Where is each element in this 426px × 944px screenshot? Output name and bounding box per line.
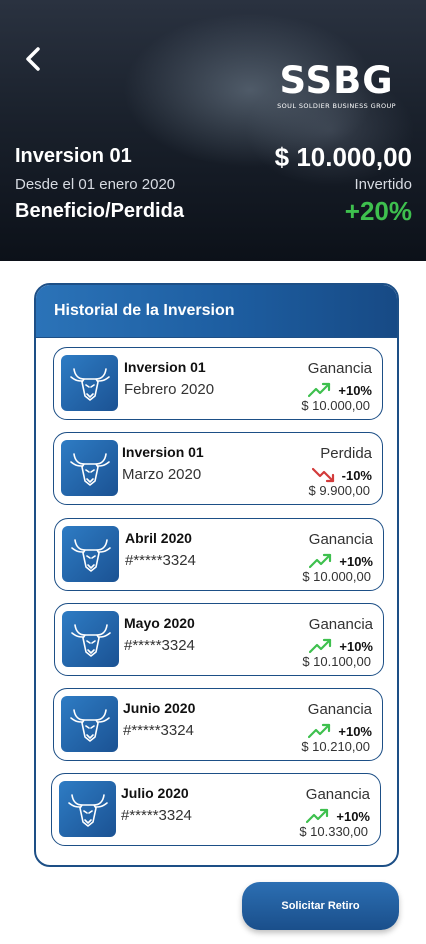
profit-loss-label: Beneficio/Perdida (15, 200, 184, 222)
investment-history-panel: Historial de la Inversion Inversion 01 Fe… (34, 283, 399, 867)
card-status: Ganancia (305, 786, 370, 803)
history-card[interactable]: Julio 2020 #*****3324 Ganancia +10% $ 10.330… (51, 773, 381, 846)
bull-icon (70, 624, 111, 657)
card-value: $ 10.330,00 (299, 824, 368, 839)
card-change-value: +10% (338, 382, 372, 398)
card-change: +10% (308, 723, 372, 739)
history-card[interactable]: Inversion 01 Marzo 2020 Perdida -10% $ 9.900… (53, 432, 383, 505)
card-icon (62, 526, 119, 582)
invested-label: Invertido (354, 176, 412, 193)
card-change: +10% (309, 553, 373, 569)
header-banner: SSBG SOUL SOLDIER BUSINESS GROUP Inversi… (0, 0, 426, 261)
bull-icon (69, 709, 110, 742)
card-change-value: +10% (339, 638, 373, 654)
card-change: +10% (309, 638, 373, 654)
card-title: Mayo 2020 (124, 615, 195, 631)
card-subtitle: #*****3324 (125, 552, 196, 569)
logo-mark: SSBG (279, 59, 394, 102)
card-subtitle: Marzo 2020 (122, 466, 202, 483)
history-card[interactable]: Junio 2020 #*****3324 Ganancia +10% $ 10.210… (53, 688, 383, 761)
card-icon (61, 355, 118, 411)
card-value: $ 10.100,00 (302, 654, 371, 669)
history-list[interactable]: Inversion 01 Febrero 2020 Ganancia +10% $ 10… (36, 337, 397, 865)
trend-up-icon (309, 553, 332, 569)
bull-icon (69, 368, 110, 401)
investment-title: Inversion 01 (15, 145, 132, 167)
card-change-value: +10% (339, 553, 373, 569)
card-subtitle: Febrero 2020 (124, 381, 215, 398)
card-status: Ganancia (307, 701, 372, 718)
profit-percent: +20% (344, 196, 412, 226)
card-value: $ 10.000,00 (301, 398, 370, 413)
card-value: $ 10.210,00 (301, 739, 370, 754)
back-button[interactable] (18, 44, 48, 74)
bull-icon (70, 539, 111, 572)
invested-amount: $ 10.000,00 (274, 142, 412, 172)
trend-up-icon (306, 808, 329, 824)
card-title: Inversion 01 (124, 359, 206, 375)
card-subtitle: #*****3324 (121, 807, 192, 824)
bull-icon (67, 794, 108, 827)
card-status: Ganancia (308, 616, 373, 633)
card-status: Perdida (320, 445, 372, 462)
ssbg-logo: SSBG SOUL SOLDIER BUSINESS GROUP (277, 59, 396, 111)
card-change-value: -10% (341, 467, 372, 483)
card-subtitle: #*****3324 (124, 637, 195, 654)
card-icon (59, 781, 116, 837)
card-icon (62, 611, 119, 667)
request-withdrawal-button[interactable]: Solicitar Retiro (242, 882, 399, 930)
history-title: Historial de la Inversion (36, 285, 397, 337)
history-card[interactable]: Inversion 01 Febrero 2020 Ganancia +10% $ 10… (53, 347, 383, 420)
card-value: $ 9.900,00 (308, 483, 370, 498)
card-subtitle: #*****3324 (123, 722, 194, 739)
trend-down-icon (311, 467, 334, 483)
card-icon (61, 440, 118, 496)
card-title: Inversion 01 (122, 444, 204, 460)
card-title: Junio 2020 (123, 700, 196, 716)
history-card[interactable]: Mayo 2020 #*****3324 Ganancia +10% $ 10.100,… (54, 603, 384, 676)
investment-date: Desde el 01 enero 2020 (15, 176, 176, 193)
trend-up-icon (309, 638, 332, 654)
bull-icon (69, 453, 110, 486)
chevron-left-icon (26, 47, 40, 71)
card-title: Abril 2020 (125, 530, 192, 546)
trend-up-icon (308, 382, 331, 398)
card-status: Ganancia (307, 360, 372, 377)
card-change-value: +10% (336, 808, 370, 824)
history-card[interactable]: Abril 2020 #*****3324 Ganancia +10% $ 10.000… (54, 518, 384, 591)
trend-up-icon (308, 723, 331, 739)
card-icon (61, 696, 118, 752)
card-status: Ganancia (308, 531, 373, 548)
card-change: +10% (306, 808, 370, 824)
card-change: -10% (311, 467, 372, 483)
card-value: $ 10.000,00 (302, 569, 371, 584)
card-title: Julio 2020 (121, 785, 189, 801)
logo-subtitle: SOUL SOLDIER BUSINESS GROUP (277, 102, 396, 110)
card-change: +10% (308, 382, 372, 398)
card-change-value: +10% (338, 723, 372, 739)
